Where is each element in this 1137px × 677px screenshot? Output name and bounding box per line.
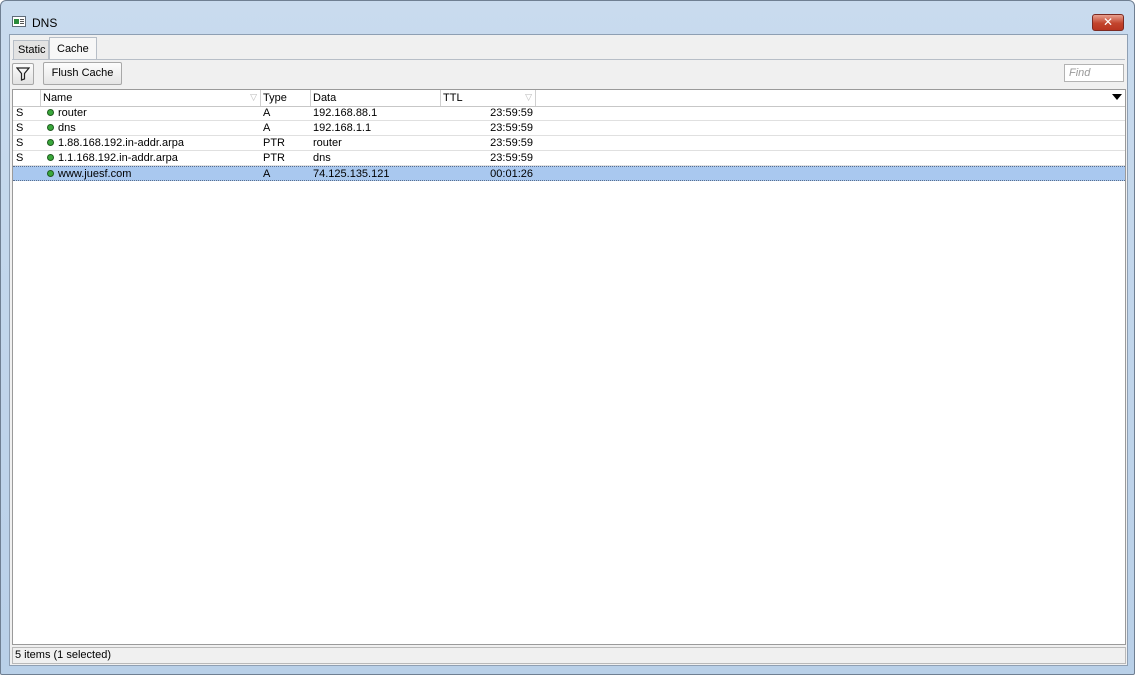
filter-button[interactable] — [12, 63, 34, 85]
cell-data: 192.168.1.1 — [313, 122, 372, 134]
column-header-flag[interactable] — [13, 90, 41, 106]
close-button[interactable]: ✕ — [1092, 14, 1124, 31]
status-dot-icon — [47, 124, 54, 131]
dns-window-icon — [12, 16, 26, 27]
sort-indicator-icon: ▽ — [525, 93, 532, 103]
flush-cache-button[interactable]: Flush Cache — [43, 62, 122, 85]
cell-name-text: dns — [58, 122, 76, 134]
cell-flag: S — [16, 107, 24, 119]
table-row[interactable]: S 1.1.168.192.in-addr.arpa PTR dns 23:59:59 — [13, 151, 1125, 166]
status-bar: 5 items (1 selected) — [12, 647, 1126, 664]
column-header-data[interactable]: Data — [311, 90, 441, 106]
close-icon: ✕ — [1102, 15, 1114, 29]
column-header-name[interactable]: Name ▽ — [41, 90, 261, 106]
cell-name-text: router — [58, 107, 87, 119]
sort-indicator-icon: ▽ — [250, 93, 257, 103]
cell-name-text: 1.1.168.192.in-addr.arpa — [58, 152, 178, 164]
cell-type: A — [263, 107, 271, 119]
tab-divider — [12, 59, 1125, 60]
cell-ttl: 23:59:59 — [490, 137, 533, 149]
table-row[interactable]: S 1.88.168.192.in-addr.arpa PTR router 23:59… — [13, 136, 1125, 151]
dns-cache-table: Name ▽ Type Data TTL ▽ Srouter A 192.168.8… — [12, 89, 1126, 645]
column-chooser-dropdown-icon[interactable] — [1112, 94, 1122, 100]
cell-name: router — [47, 106, 87, 120]
cell-flag: S — [16, 137, 24, 149]
table-row[interactable]: Sdns A 192.168.1.1 23:59:59 — [13, 121, 1125, 136]
cell-name: 1.88.168.192.in-addr.arpa — [47, 136, 184, 150]
status-dot-icon — [47, 154, 54, 161]
cell-name: 1.1.168.192.in-addr.arpa — [47, 151, 178, 165]
cell-name-text: www.juesf.com — [58, 168, 132, 180]
dns-window: DNS ✕ Static Cache Flush Cache Name ▽ Ty… — [0, 0, 1135, 675]
column-header-ttl[interactable]: TTL ▽ — [441, 90, 536, 106]
tab-static[interactable]: Static — [13, 40, 49, 59]
cell-type: A — [263, 122, 271, 134]
window-title: DNS — [32, 16, 58, 30]
cell-flag: S — [16, 122, 24, 134]
cell-name: dns — [47, 121, 76, 135]
table-row[interactable]: Srouter A 192.168.88.1 23:59:59 — [13, 106, 1125, 121]
column-header-ttl-label: TTL — [443, 92, 463, 104]
cell-flag: S — [16, 152, 24, 164]
title-bar[interactable]: DNS ✕ — [1, 1, 1134, 33]
cell-ttl: 23:59:59 — [490, 152, 533, 164]
window-client: Static Cache Flush Cache Name ▽ Type Dat… — [9, 34, 1128, 666]
cell-ttl: 23:59:59 — [490, 122, 533, 134]
tab-cache[interactable]: Cache — [49, 37, 97, 60]
cell-ttl: 23:59:59 — [490, 107, 533, 119]
funnel-filter-icon — [16, 67, 30, 81]
status-dot-icon — [47, 170, 54, 177]
status-dot-icon — [47, 139, 54, 146]
cell-name-text: 1.88.168.192.in-addr.arpa — [58, 137, 184, 149]
status-dot-icon — [47, 109, 54, 116]
cell-type: A — [263, 168, 271, 180]
cell-data: dns — [313, 152, 331, 164]
cell-data: 74.125.135.121 — [313, 168, 390, 180]
table-header: Name ▽ Type Data TTL ▽ — [13, 90, 1125, 107]
table-row[interactable]: www.juesf.com A 74.125.135.121 00:01:26 — [13, 166, 1125, 181]
cell-type: PTR — [263, 137, 285, 149]
column-header-type[interactable]: Type — [261, 90, 311, 106]
cell-data: 192.168.88.1 — [313, 107, 378, 119]
cell-type: PTR — [263, 152, 285, 164]
cell-ttl: 00:01:26 — [490, 168, 533, 180]
cell-name: www.juesf.com — [47, 167, 131, 181]
column-header-name-label: Name — [43, 92, 73, 104]
find-input[interactable] — [1064, 64, 1124, 82]
cell-data: router — [313, 137, 342, 149]
